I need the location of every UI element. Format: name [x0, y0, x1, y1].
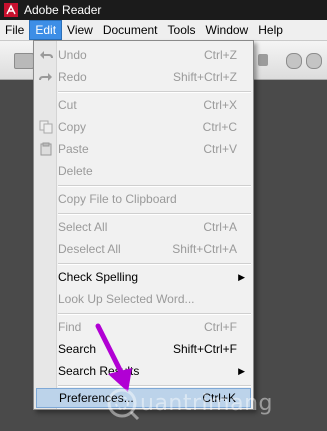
menu-bar: File Edit View Document Tools Window Hel…	[0, 20, 327, 41]
menu-window[interactable]: Window	[201, 20, 254, 40]
menu-item-deselect-all[interactable]: Deselect All Shift+Ctrl+A	[36, 239, 251, 259]
menu-file[interactable]: File	[0, 20, 29, 40]
watermark: uantrimang	[102, 385, 327, 425]
menu-separator	[58, 313, 251, 315]
menu-item-check-spelling[interactable]: Check Spelling ▶	[36, 267, 251, 287]
menu-item-delete[interactable]: Delete	[36, 161, 251, 181]
menu-item-paste[interactable]: Paste Ctrl+V	[36, 139, 251, 159]
menu-document[interactable]: Document	[98, 20, 163, 40]
copy-icon	[39, 120, 53, 134]
menu-separator	[58, 91, 251, 93]
watermark-logo-icon	[107, 388, 140, 421]
menu-help[interactable]: Help	[253, 20, 288, 40]
menu-item-cut[interactable]: Cut Ctrl+X	[36, 95, 251, 115]
edit-menu: Undo Ctrl+Z Redo Shift+Ctrl+Z Cut Ctrl+X…	[33, 40, 254, 410]
adobe-reader-icon	[4, 3, 18, 17]
redo-icon	[39, 70, 53, 84]
menu-edit[interactable]: Edit	[29, 20, 63, 40]
menu-separator	[58, 213, 251, 215]
undo-icon	[39, 48, 53, 62]
menu-view[interactable]: View	[62, 20, 98, 40]
menu-item-copy-file-to-clipboard[interactable]: Copy File to Clipboard	[36, 189, 251, 209]
watermark-text: uantrimang	[140, 391, 273, 416]
submenu-arrow-icon: ▶	[238, 272, 245, 282]
toolbar-icon[interactable]	[258, 54, 268, 66]
menu-item-undo[interactable]: Undo Ctrl+Z	[36, 45, 251, 65]
menu-tools[interactable]: Tools	[163, 20, 201, 40]
zoom-in-icon[interactable]	[306, 53, 322, 69]
paste-icon	[39, 142, 53, 156]
menu-item-search-results[interactable]: Search Results ▶	[36, 361, 251, 381]
zoom-out-icon[interactable]	[286, 53, 302, 69]
title-bar: Adobe Reader	[0, 0, 327, 20]
menu-item-look-up-selected-word[interactable]: Look Up Selected Word...	[36, 289, 251, 309]
menu-item-copy[interactable]: Copy Ctrl+C	[36, 117, 251, 137]
menu-separator	[58, 263, 251, 265]
menu-item-redo[interactable]: Redo Shift+Ctrl+Z	[36, 67, 251, 87]
annotation-arrow-icon	[95, 323, 132, 392]
window-title: Adobe Reader	[24, 3, 102, 17]
menu-item-select-all[interactable]: Select All Ctrl+A	[36, 217, 251, 237]
submenu-arrow-icon: ▶	[238, 366, 245, 376]
menu-item-find[interactable]: Find Ctrl+F	[36, 317, 251, 337]
menu-separator	[58, 185, 251, 187]
menu-item-search[interactable]: Search Shift+Ctrl+F	[36, 339, 251, 359]
print-icon[interactable]	[14, 53, 34, 69]
